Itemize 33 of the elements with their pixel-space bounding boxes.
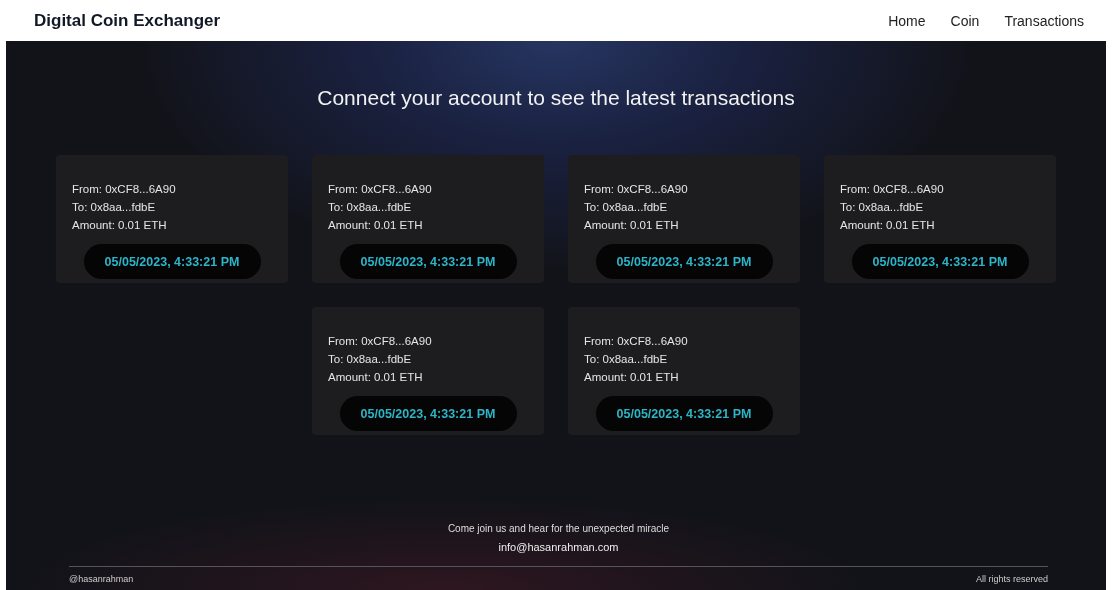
recipient-address: To: 0x8aa...fdbE bbox=[328, 352, 413, 367]
sender-address: From: 0xCF8...6A90 bbox=[328, 334, 433, 349]
sender-address: From: 0xCF8...6A90 bbox=[584, 334, 689, 349]
recipient-address: To: 0x8aa...fdbE bbox=[584, 352, 669, 367]
contact-email: info@hasanrahman.com bbox=[498, 541, 619, 553]
recipient-address: To: 0x8aa...fdbE bbox=[840, 200, 925, 215]
timestamp-pill: 05/05/2023, 4:33:21 PM bbox=[83, 244, 261, 279]
nav-link[interactable]: Transactions bbox=[1004, 12, 1084, 29]
amount-text: Amount: 0.01 ETH bbox=[584, 370, 680, 385]
amount-text: Amount: 0.01 ETH bbox=[72, 218, 168, 233]
timestamp-pill: 05/05/2023, 4:33:21 PM bbox=[595, 396, 773, 431]
amount-text: Amount: 0.01 ETH bbox=[584, 218, 680, 233]
recipient-address: To: 0x8aa...fdbE bbox=[584, 200, 669, 215]
timestamp-pill: 05/05/2023, 4:33:21 PM bbox=[851, 244, 1029, 279]
sender-address: From: 0xCF8...6A90 bbox=[328, 182, 433, 197]
sender-address: From: 0xCF8...6A90 bbox=[72, 182, 177, 197]
page-heading: Connect your account to see the latest transactions bbox=[316, 86, 796, 110]
brand-title: Digital Coin Exchanger bbox=[34, 10, 221, 31]
timestamp-pill: 05/05/2023, 4:33:21 PM bbox=[339, 244, 517, 279]
copyright-text: All rights reserved bbox=[975, 574, 1048, 584]
sender-address: From: 0xCF8...6A90 bbox=[584, 182, 689, 197]
timestamp-pill: 05/05/2023, 4:33:21 PM bbox=[595, 244, 773, 279]
timestamp-pill: 05/05/2023, 4:33:21 PM bbox=[339, 396, 517, 431]
sender-address: From: 0xCF8...6A90 bbox=[840, 182, 945, 197]
amount-text: Amount: 0.01 ETH bbox=[328, 218, 424, 233]
amount-text: Amount: 0.01 ETH bbox=[328, 370, 424, 385]
nav-link[interactable]: Home bbox=[888, 12, 926, 29]
amount-text: Amount: 0.01 ETH bbox=[840, 218, 936, 233]
footer-tagline: Come join us and hear for the unexpected miracle bbox=[447, 523, 670, 534]
recipient-address: To: 0x8aa...fdbE bbox=[328, 200, 413, 215]
author-handle: @hasanrahman bbox=[69, 574, 134, 584]
nav-link[interactable]: Coin bbox=[950, 12, 980, 29]
recipient-address: To: 0x8aa...fdbE bbox=[72, 200, 157, 215]
